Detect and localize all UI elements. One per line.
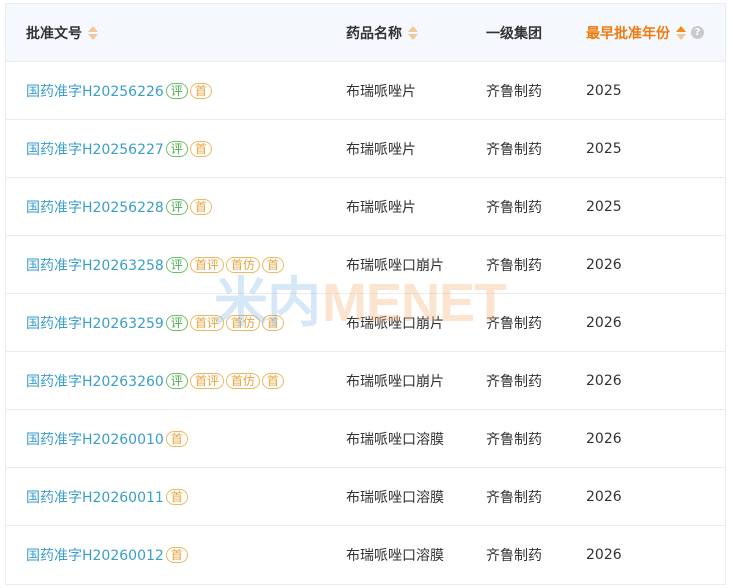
header-approval-number[interactable]: 批准文号 xyxy=(26,4,98,61)
badge-first: 首 xyxy=(189,140,212,157)
group-cell: 齐鲁制药 xyxy=(486,141,542,158)
badge-first: 首 xyxy=(165,430,188,447)
year-cell: 2026 xyxy=(586,314,622,331)
approval-number-cell: 国药准字H20256226 评首 xyxy=(26,62,212,119)
badge-first-evaluated: 首评 xyxy=(189,372,224,389)
badge-evaluated: 评 xyxy=(165,372,188,389)
approval-number-cell: 国药准字H20263259 评首评 首仿首 xyxy=(26,294,284,351)
approval-number-link[interactable]: 国药准字H20256226 xyxy=(26,81,164,101)
group-cell: 齐鲁制药 xyxy=(486,548,542,564)
approval-number-cell: 国药准字H20260011 首 xyxy=(26,468,188,525)
badge-first: 首 xyxy=(165,547,188,563)
header-drug-name[interactable]: 药品名称 xyxy=(346,4,418,61)
approval-number-cell: 国药准字H20256227 评首 xyxy=(26,120,212,177)
badge-first: 首 xyxy=(261,256,284,273)
approval-number-link[interactable]: 国药准字H20263258 xyxy=(26,255,164,275)
year-cell: 2026 xyxy=(586,256,622,273)
table-row: 国药准字H20263260 评首评 首仿首 布瑞哌唑口崩片 齐鲁制药 2026 xyxy=(6,352,725,410)
header-earliest-year[interactable]: 最早批准年份 ? xyxy=(586,4,704,61)
sort-icon[interactable] xyxy=(676,25,686,40)
table-header: 批准文号 药品名称 一级集团 最早批准年份 ? xyxy=(6,4,725,62)
group-cell: 齐鲁制药 xyxy=(486,489,542,506)
sort-icon[interactable] xyxy=(408,25,418,40)
badge-first: 首 xyxy=(261,372,284,389)
approval-number-cell: 国药准字H20263260 评首评 首仿首 xyxy=(26,352,284,409)
badge-first-generic: 首仿 xyxy=(225,256,260,273)
table-row: 国药准字H20256226 评首 布瑞哌唑片 齐鲁制药 2025 xyxy=(6,62,725,120)
drug-name-cell: 布瑞哌唑口崩片 xyxy=(346,315,444,332)
table-row: 国药准字H20263259 评首评 首仿首 布瑞哌唑口崩片 齐鲁制药 2026 xyxy=(6,294,725,352)
drug-name-cell: 布瑞哌唑口溶膜 xyxy=(346,431,444,448)
drug-name-cell: 布瑞哌唑口崩片 xyxy=(346,373,444,390)
badge-first-generic: 首仿 xyxy=(225,314,260,331)
drug-name-cell: 布瑞哌唑口崩片 xyxy=(346,257,444,274)
badge-evaluated: 评 xyxy=(165,198,188,215)
approval-number-link[interactable]: 国药准字H20260010 xyxy=(26,429,164,449)
approval-number-link[interactable]: 国药准字H20260011 xyxy=(26,487,164,507)
approval-number-cell: 国药准字H20260012 首 xyxy=(26,526,188,584)
badge-first-evaluated: 首评 xyxy=(189,314,224,331)
header-drug-name-label: 药品名称 xyxy=(346,25,402,42)
table-row: 国药准字H20256227 评首 布瑞哌唑片 齐鲁制药 2025 xyxy=(6,120,725,178)
approval-number-link[interactable]: 国药准字H20263259 xyxy=(26,313,164,333)
group-cell: 齐鲁制药 xyxy=(486,83,542,100)
header-earliest-year-label: 最早批准年份 xyxy=(586,25,670,42)
table-row: 国药准字H20260010 首 布瑞哌唑口溶膜 齐鲁制药 2026 xyxy=(6,410,725,468)
drug-name-cell: 布瑞哌唑口溶膜 xyxy=(346,489,444,506)
group-cell: 齐鲁制药 xyxy=(486,315,542,332)
approval-number-link[interactable]: 国药准字H20256227 xyxy=(26,139,164,159)
year-cell: 2026 xyxy=(586,547,622,563)
approval-number-cell: 国药准字H20263258 评首评 首仿首 xyxy=(26,236,284,293)
header-group-label: 一级集团 xyxy=(486,25,542,42)
header-group: 一级集团 xyxy=(486,4,542,61)
year-cell: 2025 xyxy=(586,82,622,99)
drug-name-cell: 布瑞哌唑片 xyxy=(346,199,416,216)
approval-number-cell: 国药准字H20260010 首 xyxy=(26,410,188,467)
table-row: 国药准字H20263258 评首评 首仿首 布瑞哌唑口崩片 齐鲁制药 2026 xyxy=(6,236,725,294)
approval-number-link[interactable]: 国药准字H20260012 xyxy=(26,545,164,565)
drug-approval-table: 批准文号 药品名称 一级集团 最早批准年份 ? 国药准字H20256226 评首布… xyxy=(5,3,726,585)
group-cell: 齐鲁制药 xyxy=(486,373,542,390)
table-row: 国药准字H20260011 首 布瑞哌唑口溶膜 齐鲁制药 2026 xyxy=(6,468,725,526)
group-cell: 齐鲁制药 xyxy=(486,199,542,216)
year-cell: 2026 xyxy=(586,430,622,447)
group-cell: 齐鲁制药 xyxy=(486,431,542,448)
header-approval-number-label: 批准文号 xyxy=(26,25,82,42)
badge-evaluated: 评 xyxy=(165,82,188,99)
badge-evaluated: 评 xyxy=(165,256,188,273)
badge-first-generic: 首仿 xyxy=(225,372,260,389)
table-body: 国药准字H20256226 评首布瑞哌唑片 齐鲁制药 2025 国药准字H2025622… xyxy=(6,62,725,584)
year-cell: 2025 xyxy=(586,198,622,215)
approval-number-cell: 国药准字H20256228 评首 xyxy=(26,178,212,235)
badge-first: 首 xyxy=(261,314,284,331)
badge-first: 首 xyxy=(189,198,212,215)
approval-number-link[interactable]: 国药准字H20263260 xyxy=(26,371,164,391)
table-row: 国药准字H20260012 首 布瑞哌唑口溶膜 齐鲁制药 2026 xyxy=(6,526,725,584)
help-icon[interactable]: ? xyxy=(691,26,704,39)
table-row: 国药准字H20256228 评首 布瑞哌唑片 齐鲁制药 2025 xyxy=(6,178,725,236)
badge-first: 首 xyxy=(165,488,188,505)
year-cell: 2026 xyxy=(586,488,622,505)
approval-number-link[interactable]: 国药准字H20256228 xyxy=(26,197,164,217)
year-cell: 2026 xyxy=(586,372,622,389)
badge-evaluated: 评 xyxy=(165,140,188,157)
sort-icon[interactable] xyxy=(88,25,98,40)
badge-evaluated: 评 xyxy=(165,314,188,331)
drug-name-cell: 布瑞哌唑片 xyxy=(346,141,416,158)
badge-first-evaluated: 首评 xyxy=(189,256,224,273)
year-cell: 2025 xyxy=(586,140,622,157)
badge-first: 首 xyxy=(189,82,212,99)
drug-name-cell: 布瑞哌唑口溶膜 xyxy=(346,548,444,564)
drug-name-cell: 布瑞哌唑片 xyxy=(346,83,416,100)
group-cell: 齐鲁制药 xyxy=(486,257,542,274)
